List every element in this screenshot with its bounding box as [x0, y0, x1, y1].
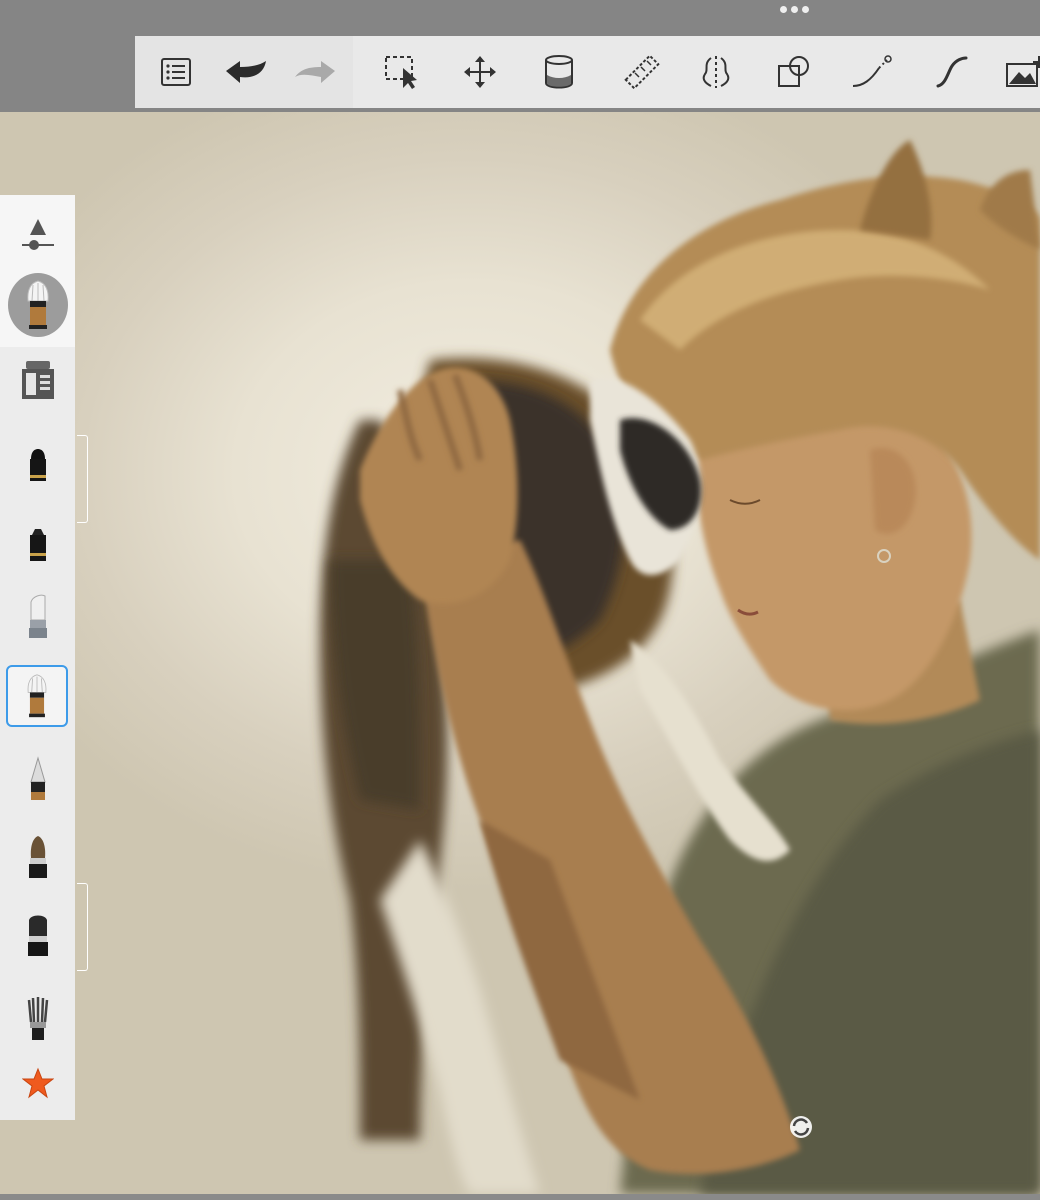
selected-brush-button[interactable]	[6, 665, 68, 727]
layers-list-button[interactable]	[154, 50, 198, 94]
pencil-icon	[30, 756, 46, 800]
symmetry-button[interactable]	[694, 50, 738, 94]
fill-button[interactable]	[537, 50, 581, 94]
transform-move-icon	[464, 56, 496, 88]
layers-list-icon	[161, 58, 191, 86]
pencil-button[interactable]	[8, 751, 68, 811]
flat-brush-icon	[28, 915, 48, 956]
marker-button[interactable]	[8, 515, 68, 575]
main-toolbar	[135, 36, 1040, 108]
shapes-icon	[778, 56, 809, 87]
symmetry-icon	[702, 56, 730, 88]
flat-brush-button[interactable]	[8, 905, 68, 965]
paint-brush-button[interactable]	[8, 827, 68, 887]
ballpoint-pen-icon	[30, 449, 46, 481]
stroke-path-icon	[852, 55, 892, 87]
ruler-guide-icon	[624, 54, 660, 90]
bristle-brush-selected-icon	[27, 674, 47, 718]
undo-icon	[226, 61, 266, 83]
transform-button[interactable]	[458, 50, 502, 94]
selection-button[interactable]	[381, 50, 425, 94]
paint-brush-icon	[29, 836, 47, 878]
add-image-button[interactable]	[1003, 50, 1040, 94]
redo-icon	[295, 61, 335, 83]
selection-icon	[385, 56, 417, 89]
brush-group-bracket	[77, 883, 88, 971]
canvas-bottom-edge	[0, 1194, 1040, 1200]
reset-view-button[interactable]	[788, 1114, 814, 1140]
brush-properties-icon	[22, 219, 54, 250]
current-brush-button[interactable]	[8, 273, 68, 337]
chisel-brush-button[interactable]	[8, 587, 68, 647]
brush-library-icon	[22, 361, 54, 399]
brush-properties-button[interactable]	[8, 203, 68, 263]
brush-library-button[interactable]	[8, 351, 68, 411]
curve-stroke-icon	[936, 56, 968, 88]
redo-button[interactable]	[293, 50, 337, 94]
more-options-icon[interactable]	[780, 6, 809, 13]
shapes-button[interactable]	[771, 50, 815, 94]
bristle-brush-active-icon	[27, 280, 49, 329]
brush-palette	[0, 195, 75, 1120]
curve-stroke-button[interactable]	[930, 50, 974, 94]
ballpoint-pen-button[interactable]	[8, 435, 68, 495]
ruler-button[interactable]	[620, 50, 664, 94]
drawing-canvas[interactable]	[0, 112, 1040, 1194]
fill-bucket-icon	[545, 55, 573, 89]
canvas-painting	[320, 140, 1040, 1194]
chisel-brush-icon	[29, 594, 47, 638]
fan-brush-button[interactable]	[8, 989, 68, 1049]
undo-button[interactable]	[224, 50, 268, 94]
fan-brush-icon	[27, 997, 49, 1040]
add-image-icon	[1006, 56, 1040, 87]
marker-icon	[30, 529, 46, 561]
favorites-star-icon	[22, 1067, 54, 1099]
brush-group-bracket	[77, 435, 88, 523]
favorites-button[interactable]	[8, 1053, 68, 1113]
stroke-path-button[interactable]	[849, 50, 893, 94]
rotate-reset-icon	[790, 1116, 812, 1138]
